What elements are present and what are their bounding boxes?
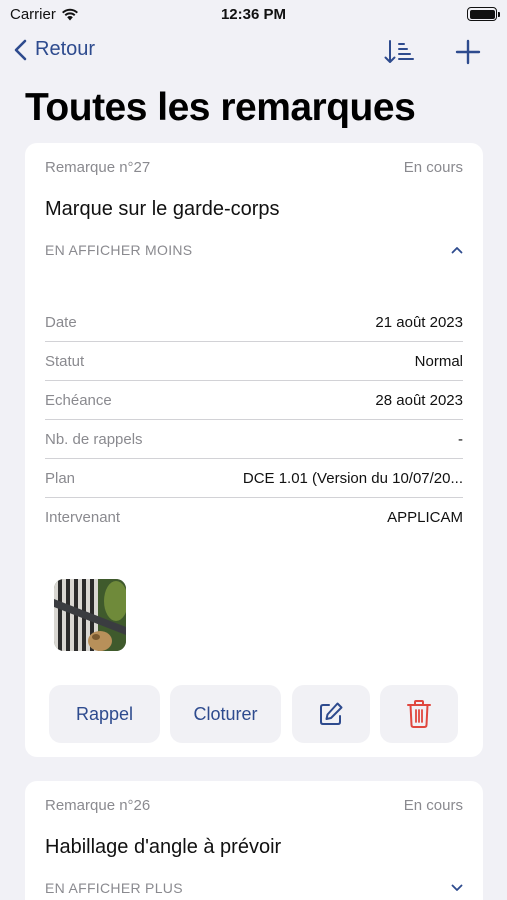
detail-label: Date — [45, 313, 77, 331]
detail-value: 21 août 2023 — [375, 313, 463, 331]
remark-number: Remarque n°27 — [45, 159, 151, 176]
back-button[interactable]: Retour — [14, 38, 95, 61]
remark-status: En cours — [403, 159, 463, 176]
chevron-up-icon — [451, 247, 463, 254]
detail-value: APPLICAM — [387, 509, 463, 526]
detail-value: 28 août 2023 — [375, 391, 463, 409]
toggle-label: EN AFFICHER MOINS — [45, 242, 193, 258]
delete-button[interactable] — [380, 685, 458, 743]
detail-row-date: Date 21 août 2023 — [45, 303, 463, 342]
detail-value: - — [458, 430, 463, 448]
detail-row-echeance: Echéance 28 août 2023 — [45, 381, 463, 420]
show-more-toggle[interactable]: EN AFFICHER PLUS — [45, 880, 463, 896]
detail-row-statut: Statut Normal — [45, 342, 463, 381]
detail-label: Statut — [45, 352, 85, 370]
back-label: Retour — [35, 38, 96, 60]
remark-header: Remarque n°27 En cours — [45, 159, 463, 176]
remark-number: Remarque n°26 — [45, 797, 151, 814]
detail-row-intervenant: Intervenant APPLICAM — [45, 498, 463, 537]
show-less-toggle[interactable]: EN AFFICHER MOINS — [45, 242, 463, 258]
railing-photo — [54, 579, 126, 651]
detail-label: Intervenant — [45, 509, 121, 526]
photo-thumbnail[interactable] — [54, 579, 126, 651]
navigation-bar: Retour — [0, 32, 507, 74]
battery-icon — [467, 7, 500, 21]
remark-card[interactable]: Remarque n°26 En cours Habillage d'angle… — [25, 781, 483, 900]
chevron-down-icon — [451, 884, 463, 891]
remark-title: Marque sur le garde-corps — [45, 198, 280, 220]
edit-icon — [320, 702, 343, 725]
detail-value: DCE 1.01 (Version du 10/07/20... — [242, 469, 463, 487]
remark-title: Habillage d'angle à prévoir — [45, 836, 282, 858]
detail-value: Normal — [414, 352, 463, 370]
cloturer-button[interactable]: Cloturer — [170, 685, 281, 743]
detail-row-rappels: Nb. de rappels - — [45, 420, 463, 459]
detail-label: Nb. de rappels — [45, 430, 143, 448]
remark-status: En cours — [403, 797, 463, 814]
detail-label: Plan — [45, 469, 76, 487]
remark-card[interactable]: Remarque n°27 En cours Marque sur le gar… — [25, 143, 483, 757]
status-bar: Carrier 12:36 PM — [0, 0, 507, 30]
plus-icon[interactable] — [454, 38, 482, 66]
trash-icon — [407, 700, 431, 728]
detail-row-plan: Plan DCE 1.01 (Version du 10/07/20... — [45, 459, 463, 498]
sort-icon[interactable] — [384, 38, 418, 66]
rappel-button[interactable]: Rappel — [49, 685, 160, 743]
clock: 12:36 PM — [220, 6, 287, 23]
toggle-label: EN AFFICHER PLUS — [45, 880, 183, 896]
detail-label: Echéance — [45, 391, 112, 409]
chevron-left-icon — [14, 39, 27, 60]
remark-details: Date 21 août 2023 Statut Normal Echéance… — [45, 303, 463, 537]
remark-header: Remarque n°26 En cours — [45, 797, 463, 814]
edit-button[interactable] — [292, 685, 370, 743]
page-title: Toutes les remarques — [25, 86, 416, 129]
